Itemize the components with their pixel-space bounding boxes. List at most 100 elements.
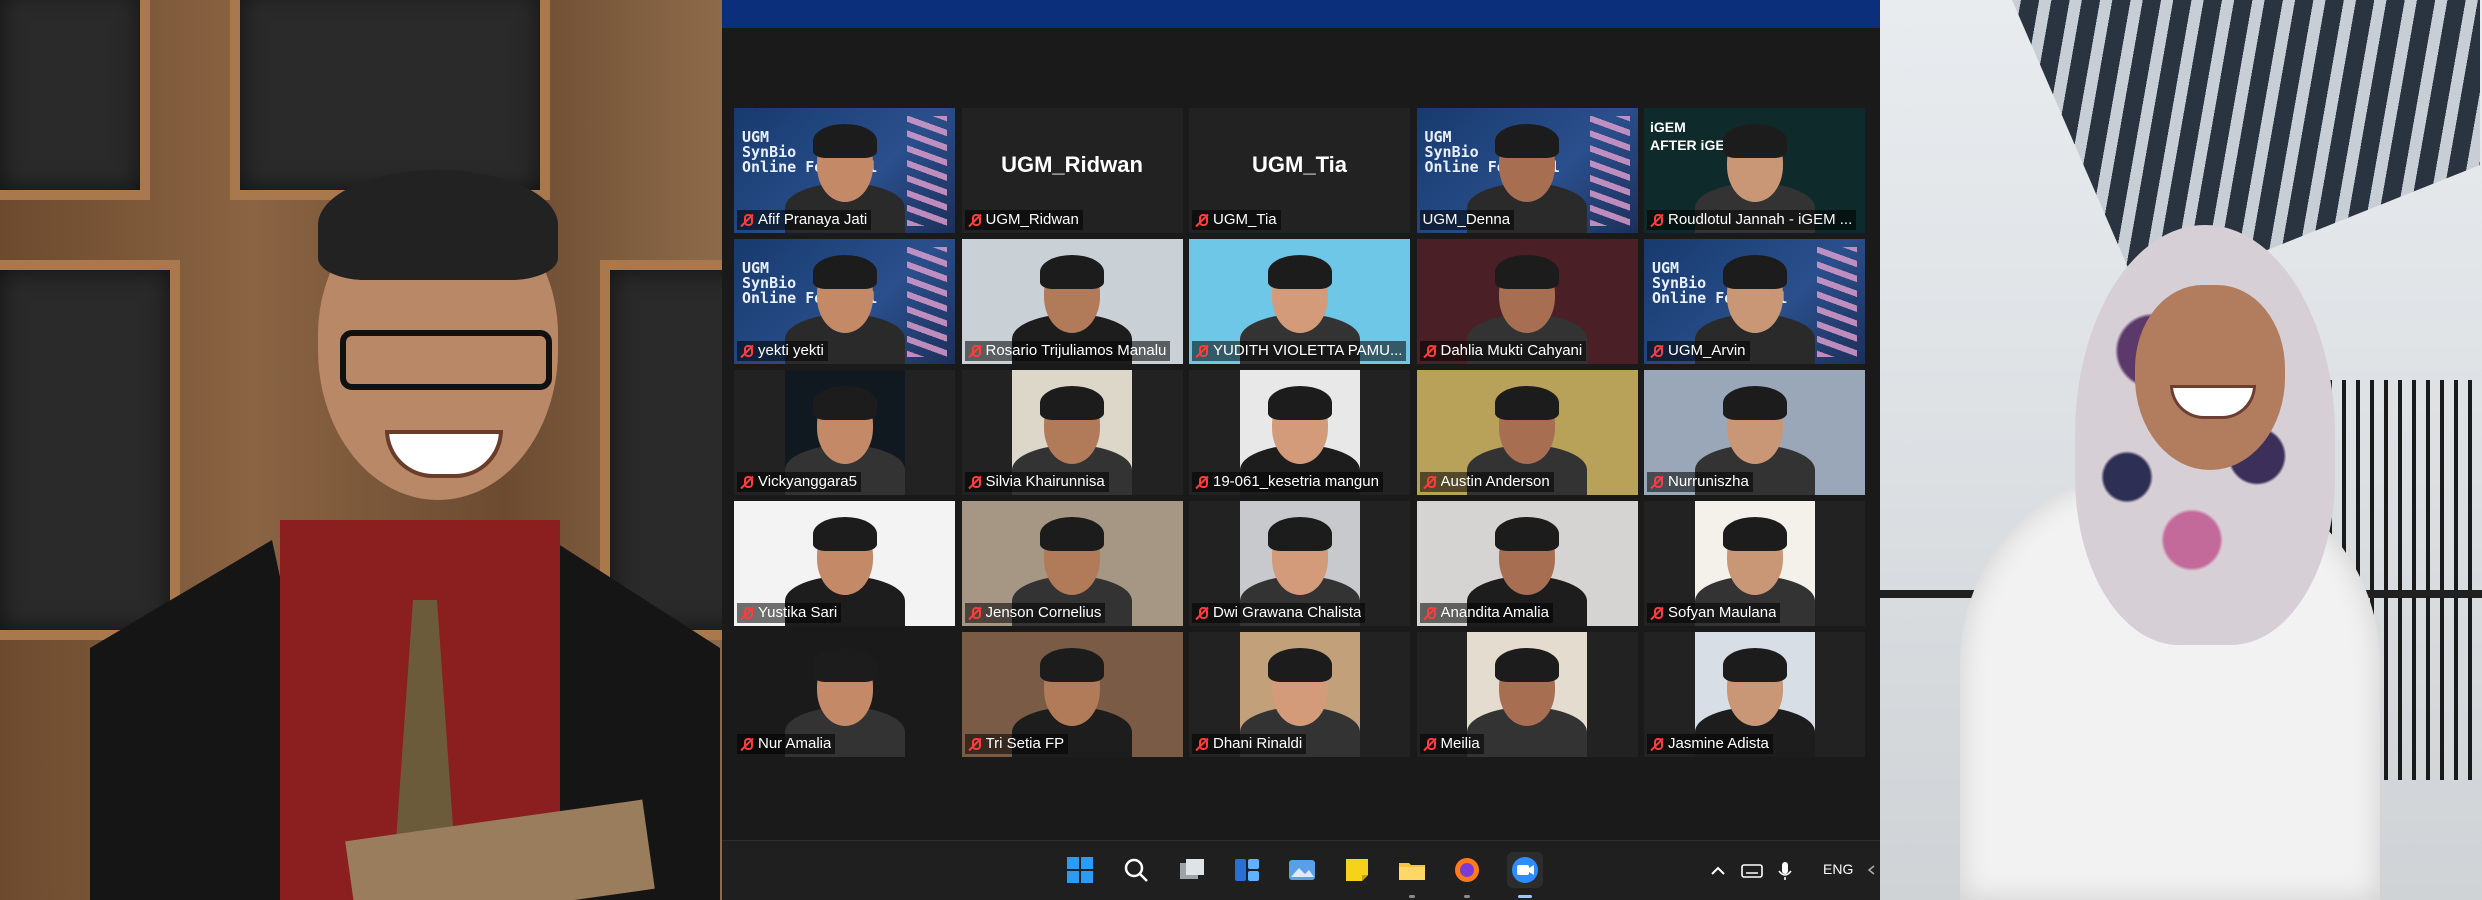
- muted-microphone-icon: [1195, 737, 1209, 751]
- participant-hair: [1722, 517, 1787, 551]
- participant-tile[interactable]: UGM SynBio Online FestivalUGM_Denna: [1416, 108, 1638, 233]
- participant-name: Dhani Rinaldi: [1213, 735, 1303, 752]
- input-language-indicator[interactable]: ENG: [1823, 861, 1853, 877]
- microphone-icon[interactable]: [1775, 855, 1795, 885]
- participant-nameplate: YUDITH VIOLETTA PAMU...: [1192, 341, 1407, 361]
- participant-tile[interactable]: Tri Setia FP: [961, 632, 1183, 757]
- running-indicator: [1518, 895, 1532, 898]
- participant-hair: [812, 648, 877, 682]
- task-view-icon[interactable]: [1177, 855, 1207, 885]
- participant-hair: [812, 386, 877, 420]
- participant-tile[interactable]: 19-061_kesetria mangun: [1189, 370, 1410, 495]
- muted-microphone-icon: [1195, 606, 1209, 620]
- participant-tile[interactable]: Sofyan Maulana: [1644, 501, 1865, 626]
- participant-tile[interactable]: UGM_Tia UGM_Tia: [1189, 108, 1410, 233]
- muted-microphone-icon: [1195, 344, 1209, 358]
- participant-tile[interactable]: Rosario Trijuliamos Manalu: [961, 239, 1183, 364]
- participant-name: Dahlia Mukti Cahyani: [1440, 342, 1583, 359]
- muted-microphone-icon: [1650, 606, 1664, 620]
- muted-microphone-icon: [1423, 606, 1437, 620]
- muted-microphone-icon: [968, 737, 982, 751]
- search-icon[interactable]: [1121, 855, 1151, 885]
- participant-name: Jenson Cornelius: [985, 604, 1102, 621]
- file-explorer-icon[interactable]: [1397, 855, 1427, 885]
- participant-nameplate: Anandita Amalia: [1419, 603, 1553, 623]
- muted-microphone-icon: [740, 737, 754, 751]
- muted-microphone-icon: [1650, 344, 1664, 358]
- participant-tile[interactable]: Austin Anderson: [1416, 370, 1638, 495]
- participant-hair: [1040, 255, 1104, 289]
- participant-tile[interactable]: Dhani Rinaldi: [1189, 632, 1410, 757]
- portrait-frame: [0, 260, 180, 640]
- participant-tile[interactable]: Dahlia Mukti Cahyani: [1416, 239, 1638, 364]
- participant-tile[interactable]: Yustika Sari: [734, 501, 955, 626]
- participant-tile[interactable]: iGEM AFTER iGEM Roudlotul Jannah - iGEM .…: [1644, 108, 1865, 233]
- participant-hair: [812, 255, 877, 289]
- participant-tile[interactable]: Silvia Khairunnisa: [961, 370, 1183, 495]
- participant-hair: [1495, 255, 1559, 289]
- photos-icon[interactable]: [1287, 855, 1317, 885]
- widgets-icon[interactable]: [1232, 855, 1262, 885]
- participant-hair: [1267, 386, 1332, 420]
- participant-tile[interactable]: Jasmine Adista: [1644, 632, 1865, 757]
- participant-name: Jasmine Adista: [1668, 735, 1769, 752]
- participant-hair: [1267, 255, 1332, 289]
- dna-helix-graphic: [907, 247, 947, 357]
- participant-tile[interactable]: Anandita Amalia: [1416, 501, 1638, 626]
- portrait-frame: [230, 0, 550, 200]
- participant-nameplate: UGM_Tia: [1192, 210, 1281, 230]
- participant-tile[interactable]: Meilia: [1416, 632, 1638, 757]
- participant-nameplate: Austin Anderson: [1419, 472, 1554, 492]
- participant-nameplate: Meilia: [1419, 734, 1484, 754]
- chevron-left-icon[interactable]: [1864, 855, 1878, 885]
- left-photo-panel: [0, 0, 722, 900]
- participant-tile[interactable]: UGM_Ridwan UGM_Ridwan: [961, 108, 1183, 233]
- screenshot-stage: UGM SynBio Online FestivalAfif Pranaya J…: [0, 0, 2482, 900]
- firefox-icon[interactable]: [1452, 855, 1482, 885]
- muted-microphone-icon: [1423, 737, 1437, 751]
- participant-name: Meilia: [1440, 735, 1480, 752]
- participant-hair: [1040, 517, 1104, 551]
- muted-microphone-icon: [1650, 475, 1664, 489]
- participant-nameplate: UGM_Ridwan: [964, 210, 1083, 230]
- participant-name: UGM_Ridwan: [985, 211, 1079, 228]
- windows-taskbar: ENG: [722, 840, 1880, 900]
- muted-microphone-icon: [1650, 213, 1664, 227]
- participant-nameplate: yekti yekti: [737, 341, 828, 361]
- participant-tile[interactable]: Jenson Cornelius: [961, 501, 1183, 626]
- participant-hair: [1267, 648, 1332, 682]
- participant-nameplate: Dwi Grawana Chalista: [1192, 603, 1366, 623]
- participant-tile[interactable]: UGM SynBio Online Festivalyekti yekti: [734, 239, 955, 364]
- windows-start-icon[interactable]: [1065, 855, 1095, 885]
- participant-name: Nurruniszha: [1668, 473, 1749, 490]
- participant-nameplate: Tri Setia FP: [964, 734, 1069, 754]
- keyboard-icon[interactable]: [1740, 855, 1764, 885]
- participant-nameplate: Dahlia Mukti Cahyani: [1419, 341, 1587, 361]
- participant-tile[interactable]: Nur Amalia: [734, 632, 955, 757]
- participant-tile[interactable]: Dwi Grawana Chalista: [1189, 501, 1410, 626]
- participant-name: UGM_Tia: [1213, 211, 1277, 228]
- participant-name: UGM_Denna: [1422, 211, 1511, 228]
- participant-tile[interactable]: YUDITH VIOLETTA PAMU...: [1189, 239, 1410, 364]
- dna-helix-graphic: [1589, 116, 1630, 226]
- participant-name: Afif Pranaya Jati: [758, 211, 868, 228]
- participant-hair: [1722, 255, 1787, 289]
- muted-microphone-icon: [1195, 213, 1209, 227]
- dna-helix-graphic: [1817, 247, 1857, 357]
- participant-tile[interactable]: Nurruniszha: [1644, 370, 1865, 495]
- participant-nameplate: Vickyanggara5: [737, 472, 861, 492]
- person-hair: [318, 170, 558, 280]
- participant-tile[interactable]: UGM SynBio Online FestivalUGM_Arvin: [1644, 239, 1865, 364]
- chevron-up-icon[interactable]: [1708, 855, 1728, 885]
- sticky-notes-icon[interactable]: [1342, 855, 1372, 885]
- participant-hair: [1495, 517, 1559, 551]
- participant-nameplate: Dhani Rinaldi: [1192, 734, 1307, 754]
- participant-hair: [1722, 124, 1787, 158]
- participant-name: UGM_Arvin: [1668, 342, 1746, 359]
- participant-name: YUDITH VIOLETTA PAMU...: [1213, 342, 1403, 359]
- participant-tile[interactable]: Vickyanggara5: [734, 370, 955, 495]
- zoom-icon[interactable]: [1507, 852, 1543, 888]
- participant-name: Dwi Grawana Chalista: [1213, 604, 1362, 621]
- participant-name: Rosario Trijuliamos Manalu: [985, 342, 1167, 359]
- participant-tile[interactable]: UGM SynBio Online FestivalAfif Pranaya J…: [734, 108, 955, 233]
